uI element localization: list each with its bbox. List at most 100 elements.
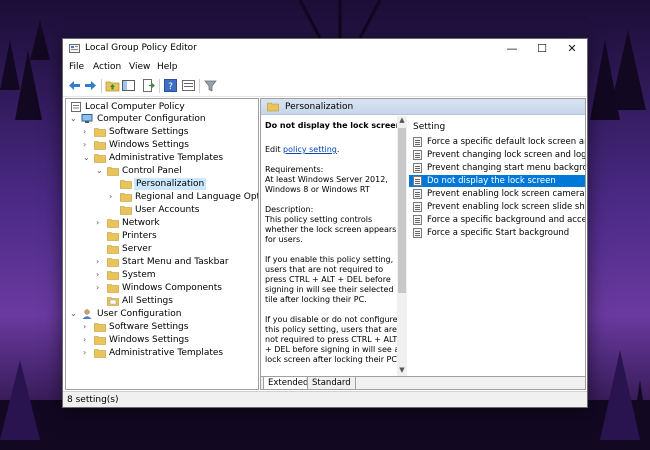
chevron-right-icon[interactable]: › [96, 283, 104, 293]
chevron-right-icon[interactable]: › [83, 335, 91, 345]
help-icon[interactable]: ? [163, 78, 178, 93]
status-bar: 8 setting(s) [63, 391, 587, 407]
tree-item-user-administrative-templates[interactable]: › Administrative Templates [83, 347, 258, 359]
folder-icon [120, 206, 132, 215]
setting-row[interactable]: Prevent changing lock screen and logon i… [413, 149, 585, 161]
disable-paragraph: If you disable or do not configure this … [265, 315, 400, 364]
chevron-right-icon[interactable]: › [96, 257, 104, 267]
setting-row-selected[interactable]: Do not display the lock screen [409, 175, 585, 187]
group-policy-app-icon [69, 44, 80, 53]
setting-column-header[interactable]: Setting [413, 122, 445, 132]
show-hide-tree-icon[interactable] [121, 78, 136, 93]
scrollbar-thumb[interactable] [398, 128, 406, 293]
tree-label: Windows Settings [109, 335, 189, 345]
setting-row[interactable]: Force a specific Start background [413, 227, 585, 239]
chevron-right-icon[interactable]: › [96, 218, 104, 228]
properties-icon[interactable] [181, 78, 196, 93]
tab-extended[interactable]: Extended [263, 377, 314, 389]
maximize-button[interactable]: ☐ [527, 39, 557, 59]
chevron-down-icon[interactable]: ⌄ [96, 166, 104, 176]
forward-arrow-icon[interactable] [83, 78, 98, 93]
folder-icon [94, 128, 106, 137]
details-pane: Personalization Do not display the lock … [260, 98, 586, 390]
setting-label: Prevent changing start menu background [427, 163, 585, 173]
minimize-button[interactable]: — [497, 39, 527, 59]
setting-row[interactable]: Prevent enabling lock screen slide show [413, 201, 585, 213]
tree-label: All Settings [122, 296, 173, 306]
setting-row[interactable]: Force a specific default lock screen and… [413, 136, 585, 148]
chevron-right-icon[interactable]: › [83, 140, 91, 150]
up-folder-icon[interactable] [105, 78, 120, 93]
tree-item-user-accounts[interactable]: User Accounts [109, 204, 258, 216]
chevron-right-icon[interactable]: › [83, 322, 91, 332]
panel-header-title: Personalization [285, 102, 354, 112]
tree-item-windows-settings[interactable]: › Windows Settings [83, 139, 258, 151]
policy-tree-pane[interactable]: Local Computer Policy ⌄ Computer Configu… [65, 98, 259, 390]
policy-setting-icon [413, 176, 422, 186]
view-tabs: Extended Standard [261, 376, 585, 389]
chevron-down-icon[interactable]: ⌄ [83, 153, 91, 163]
description-scrollbar[interactable]: ▲ ▼ [397, 116, 407, 376]
tree-label: Personalization [134, 178, 207, 190]
tree-item-user-software-settings[interactable]: › Software Settings [83, 321, 258, 333]
tree-item-administrative-templates[interactable]: ⌄ Administrative Templates [83, 152, 258, 164]
scroll-down-arrow-icon[interactable]: ▼ [397, 366, 407, 376]
filter-icon[interactable] [203, 78, 218, 93]
policy-title: Do not display the lock screen [265, 121, 402, 130]
chevron-right-icon[interactable]: › [109, 192, 117, 202]
export-list-icon[interactable] [141, 78, 156, 93]
chevron-right-icon[interactable]: › [83, 348, 91, 358]
tree-item-all-settings[interactable]: All Settings [96, 295, 258, 307]
folder-icon [94, 141, 106, 150]
chevron-right-icon[interactable]: › [83, 127, 91, 137]
toolbar-separator [199, 79, 200, 93]
tree-item-computer-configuration[interactable]: ⌄ Computer Configuration [70, 113, 258, 125]
chevron-down-icon[interactable]: ⌄ [70, 309, 78, 319]
tree-label: User Accounts [135, 205, 200, 215]
close-button[interactable]: ✕ [557, 39, 587, 59]
chevron-right-icon[interactable]: › [96, 270, 104, 280]
menu-help[interactable]: Help [157, 62, 178, 72]
tab-standard[interactable]: Standard [307, 377, 356, 389]
setting-row[interactable]: Force a specific background and accent c… [413, 214, 585, 226]
policy-setting-icon [413, 202, 422, 212]
back-arrow-icon[interactable] [67, 78, 82, 93]
tree-item-system[interactable]: › System [96, 269, 258, 281]
tree-item-control-panel[interactable]: ⌄ Control Panel [96, 165, 258, 177]
title-bar[interactable]: Local Group Policy Editor — ☐ ✕ [63, 39, 587, 59]
tree-item-user-windows-settings[interactable]: › Windows Settings [83, 334, 258, 346]
status-text: 8 setting(s) [67, 395, 119, 405]
policy-setting-link[interactable]: policy setting [283, 145, 337, 154]
folder-icon [107, 232, 119, 241]
toolbar-separator [101, 79, 102, 93]
tree-label: Windows Components [122, 283, 222, 293]
folder-open-icon [267, 102, 279, 112]
tree-item-server[interactable]: Server [96, 243, 258, 255]
setting-label: Do not display the lock screen [427, 176, 556, 186]
edit-policy-line: Edit policy setting. [265, 145, 405, 155]
tree-item-user-configuration[interactable]: ⌄ User Configuration [70, 308, 258, 320]
tree-item-network[interactable]: › Network [96, 217, 258, 229]
tree-item-local-computer-policy[interactable]: Local Computer Policy [68, 101, 258, 113]
tree-item-regional-language[interactable]: › Regional and Language Options [109, 191, 258, 203]
folder-icon [107, 284, 119, 293]
scroll-up-arrow-icon[interactable]: ▲ [397, 116, 407, 126]
group-policy-editor-window: Local Group Policy Editor — ☐ ✕ File Act… [62, 38, 588, 408]
tree-item-personalization[interactable]: Personalization [109, 178, 258, 190]
tree-label: Network [122, 218, 160, 228]
tree-item-windows-components[interactable]: › Windows Components [96, 282, 258, 294]
tree-label: Administrative Templates [109, 348, 224, 358]
menu-action[interactable]: Action [93, 62, 121, 72]
tree-item-printers[interactable]: Printers [96, 230, 258, 242]
tree-item-start-menu-taskbar[interactable]: › Start Menu and Taskbar [96, 256, 258, 268]
description-label: Description: [265, 205, 314, 214]
tree-item-software-settings[interactable]: › Software Settings [83, 126, 258, 138]
menu-file[interactable]: File [69, 62, 84, 72]
user-icon [82, 309, 92, 319]
setting-label: Force a specific Start background [427, 228, 570, 238]
setting-row[interactable]: Prevent enabling lock screen camera [413, 188, 585, 200]
chevron-down-icon[interactable]: ⌄ [70, 114, 78, 124]
menu-view[interactable]: View [129, 62, 150, 72]
setting-row[interactable]: Prevent changing start menu background [413, 162, 585, 174]
folder-open-icon [120, 180, 132, 189]
